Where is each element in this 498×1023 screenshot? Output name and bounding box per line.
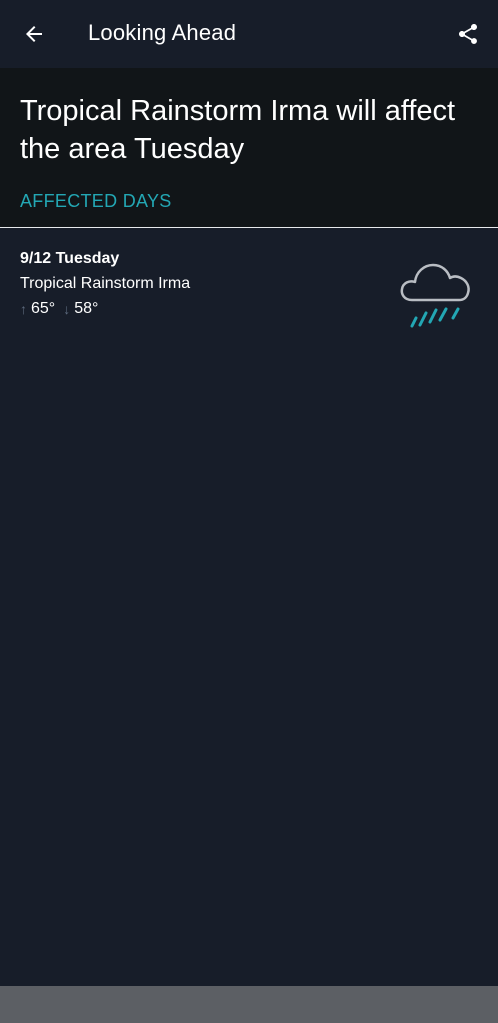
rain-cloud-icon: [400, 263, 470, 328]
alert-headline: Tropical Rainstorm Irma will affect the …: [20, 95, 456, 165]
looking-ahead-screen: Looking Ahead Tropical Rainstorm Irma wi…: [0, 0, 498, 1023]
low-temp-arrow-icon: ↓: [63, 301, 71, 317]
day-temperatures: ↑ 65° ↓ 58°: [20, 300, 98, 318]
alert-headline-panel: Tropical Rainstorm Irma will affect the …: [0, 68, 498, 227]
back-button[interactable]: [14, 14, 54, 54]
affected-day-row[interactable]: 9/12 Tuesday Tropical Rainstorm Irma ↑ 6…: [0, 228, 498, 338]
system-navigation-bar: [0, 986, 498, 1023]
affected-days-label: AFFECTED DAYS: [20, 191, 172, 211]
day-event-name: Tropical Rainstorm Irma: [20, 275, 191, 292]
low-temp: 58°: [74, 300, 99, 317]
share-icon: [459, 24, 477, 44]
day-date: 9/12 Tuesday: [20, 250, 120, 267]
high-temp: 65°: [31, 300, 56, 317]
page-title: Looking Ahead: [88, 20, 237, 45]
top-app-bar: Looking Ahead: [0, 0, 498, 68]
share-button[interactable]: [448, 14, 488, 54]
back-arrow-icon: [26, 26, 42, 42]
high-temp-arrow-icon: ↑: [20, 301, 27, 317]
